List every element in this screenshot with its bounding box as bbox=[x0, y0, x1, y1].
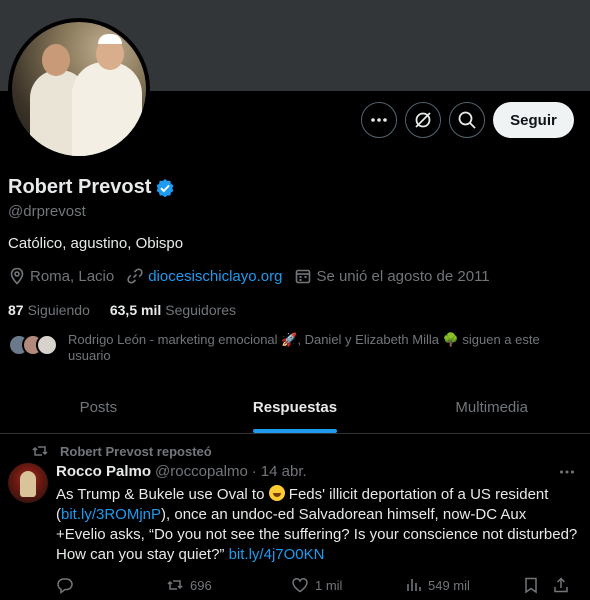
repost-label[interactable]: Robert Prevost reposteó bbox=[60, 444, 212, 459]
more-options-button[interactable] bbox=[361, 102, 397, 138]
tab-posts[interactable]: Posts bbox=[0, 382, 197, 433]
views-button[interactable]: 549 mil bbox=[404, 576, 522, 594]
calendar-icon bbox=[296, 269, 311, 284]
website-item[interactable]: diocesischiclayo.org bbox=[126, 267, 282, 285]
location-pin-icon bbox=[10, 267, 24, 285]
profile-tabs: Posts Respuestas Multimedia bbox=[0, 382, 590, 434]
views-count: 549 mil bbox=[428, 577, 470, 593]
known-followers-text: Rodrigo León - marketing emocional 🚀, Da… bbox=[68, 332, 540, 363]
heart-icon bbox=[292, 578, 308, 593]
profile-meta: Roma, Lacio diocesischiclayo.org Se unió… bbox=[8, 267, 502, 285]
followers-link[interactable]: 63,5 mil Seguidores bbox=[110, 302, 236, 318]
repost-icon bbox=[167, 580, 183, 590]
repost-indicator: Robert Prevost reposteó bbox=[32, 443, 212, 459]
joined-text: Se unió el agosto de 2011 bbox=[316, 267, 490, 285]
repost-count: 696 bbox=[190, 577, 212, 593]
joined-item: Se unió el agosto de 2011 bbox=[294, 267, 490, 285]
location-item: Roma, Lacio bbox=[8, 267, 114, 285]
views-chart-icon bbox=[407, 579, 421, 591]
tweet-link[interactable]: bit.ly/4j7O0KN bbox=[229, 546, 325, 563]
known-followers-avatars bbox=[8, 332, 60, 358]
tab-replies[interactable]: Respuestas bbox=[197, 382, 394, 433]
website-link[interactable]: diocesischiclayo.org bbox=[148, 268, 282, 285]
profile-bio: Católico, agustino, Obispo bbox=[8, 235, 184, 252]
search-profile-button[interactable] bbox=[449, 102, 485, 138]
location-text: Roma, Lacio bbox=[30, 267, 115, 285]
profile-name: Robert Prevost bbox=[8, 176, 152, 198]
profile-avatar[interactable] bbox=[8, 18, 150, 160]
reply-button[interactable] bbox=[56, 576, 166, 594]
grok-button[interactable] bbox=[405, 102, 441, 138]
tweet-date[interactable]: 14 abr. bbox=[261, 463, 307, 480]
follow-button[interactable]: Seguir bbox=[493, 102, 574, 138]
tweet-author-handle[interactable]: @roccopalmo bbox=[155, 463, 248, 480]
repost-icon bbox=[32, 446, 48, 456]
like-button[interactable]: 1 mil bbox=[291, 576, 404, 594]
tweet-more-button[interactable] bbox=[558, 463, 576, 481]
grok-icon bbox=[415, 112, 431, 128]
following-link[interactable]: 87 Siguiendo bbox=[8, 302, 90, 318]
tweet-actions: 696 1 mil 549 mil bbox=[56, 576, 576, 594]
profile-handle: @drprevost bbox=[8, 203, 86, 220]
bookmark-button[interactable] bbox=[522, 576, 552, 594]
tweet-header: Rocco Palmo @roccopalmo · 14 abr. bbox=[56, 463, 576, 480]
more-horizontal-icon bbox=[560, 470, 574, 474]
like-count: 1 mil bbox=[315, 577, 343, 593]
reply-icon bbox=[57, 578, 73, 594]
tweet-separator: · bbox=[251, 463, 257, 480]
profile-name-row: Robert Prevost bbox=[8, 176, 175, 199]
rofl-emoji-icon bbox=[268, 485, 285, 501]
follow-counts: 87 Siguiendo 63,5 mil Seguidores bbox=[8, 302, 256, 318]
more-horizontal-icon bbox=[371, 118, 387, 122]
bookmark-icon bbox=[525, 577, 537, 594]
tweet-author-name[interactable]: Rocco Palmo bbox=[56, 463, 151, 480]
link-icon bbox=[127, 268, 143, 284]
known-followers[interactable]: Rodrigo León - marketing emocional 🚀, Da… bbox=[8, 332, 558, 364]
tab-media[interactable]: Multimedia bbox=[393, 382, 590, 433]
repost-button[interactable]: 696 bbox=[166, 576, 291, 594]
verified-badge-icon[interactable] bbox=[155, 178, 175, 198]
search-icon bbox=[458, 111, 476, 129]
active-tab-indicator bbox=[253, 429, 337, 433]
tweet-text: As Trump & Bukele use Oval to Feds' illi… bbox=[56, 485, 578, 563]
avatar bbox=[36, 334, 58, 356]
share-icon bbox=[554, 577, 568, 593]
tweet-author-avatar[interactable] bbox=[8, 463, 48, 503]
share-button[interactable] bbox=[552, 576, 572, 594]
tweet-link[interactable]: bit.ly/3ROMjnP bbox=[61, 506, 161, 523]
